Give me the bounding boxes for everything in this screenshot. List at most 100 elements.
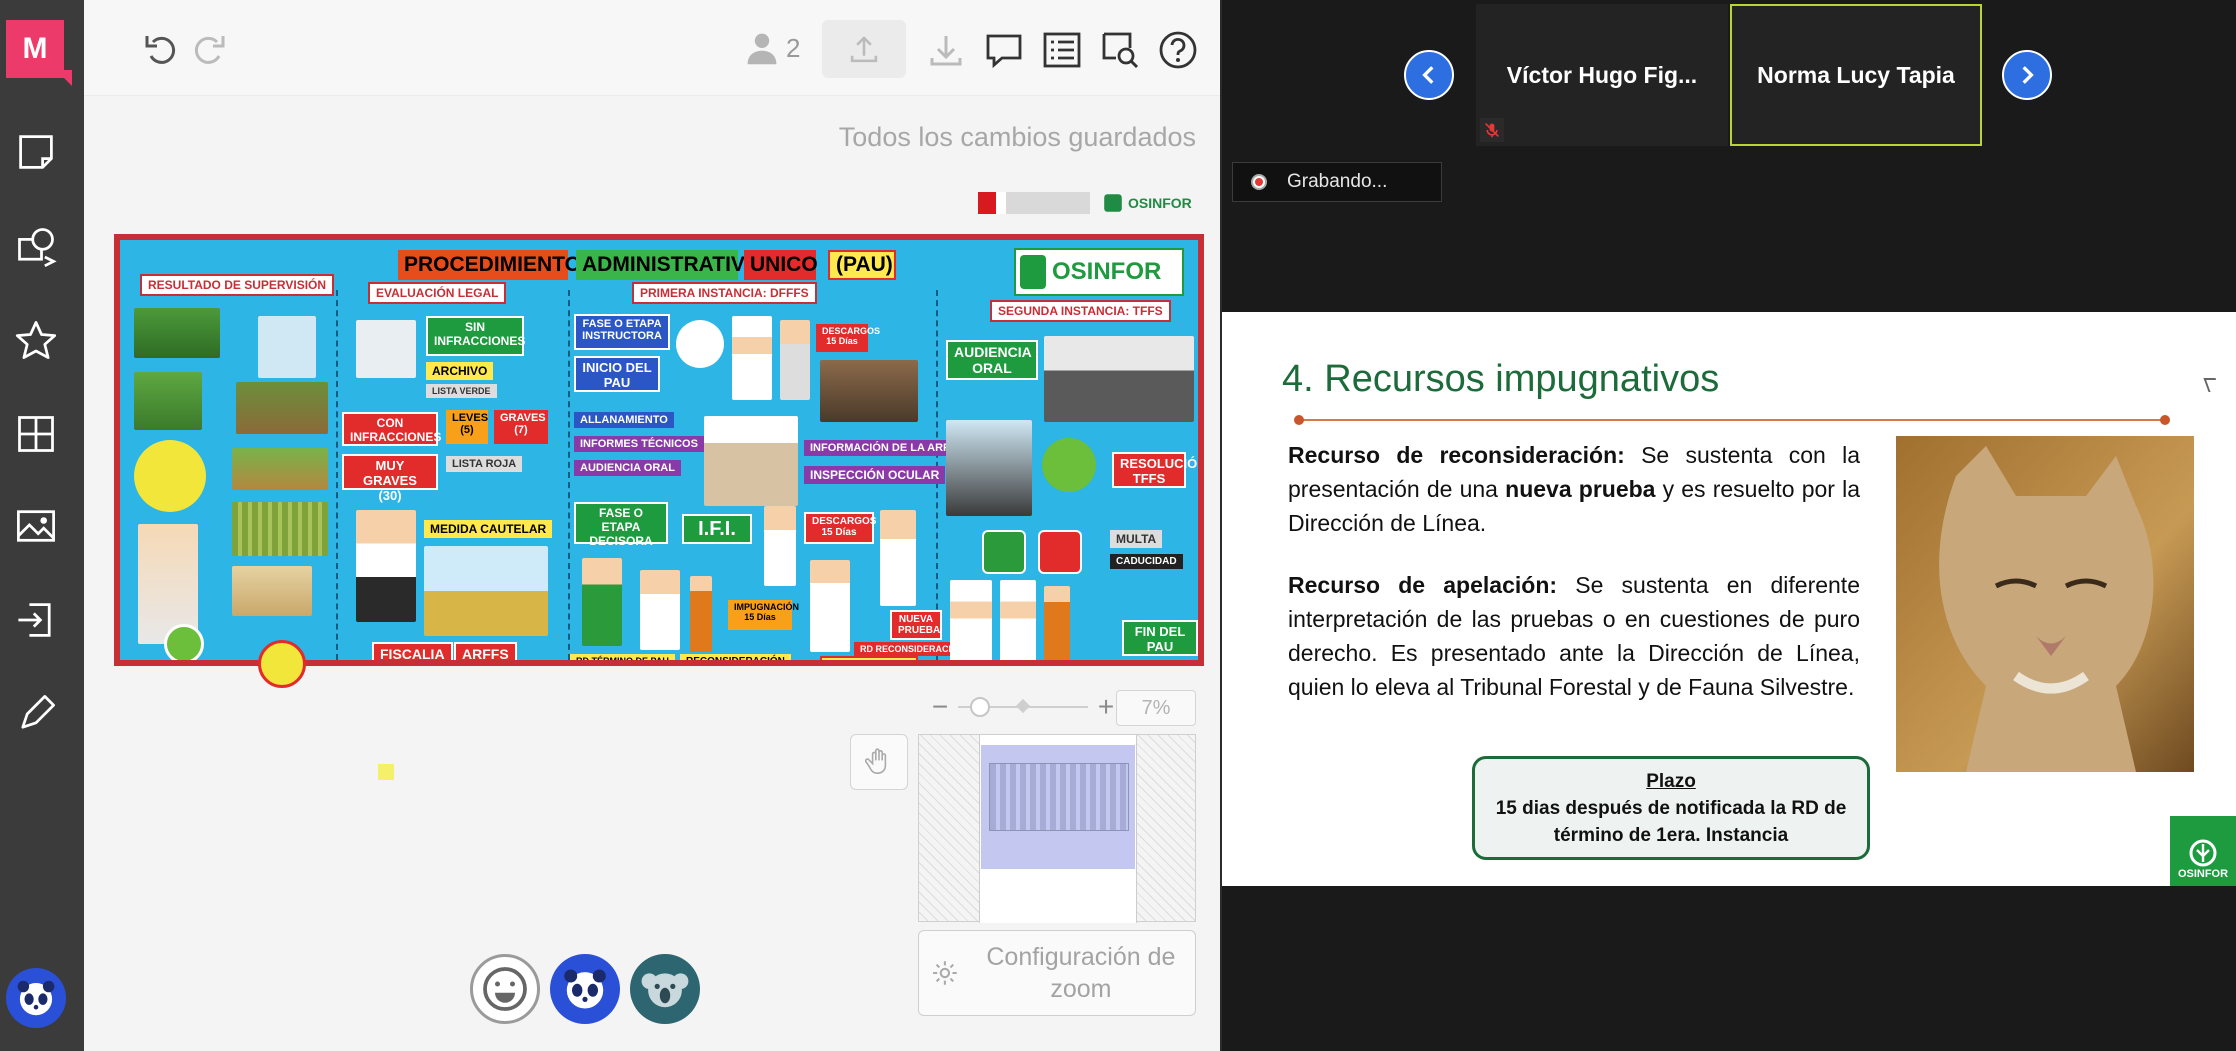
title-underline: [1294, 415, 2170, 425]
participant-name-1: Víctor Hugo Fig...: [1506, 61, 1698, 88]
comments-button[interactable]: [978, 24, 1030, 76]
next-participants-button[interactable]: [2002, 50, 2052, 100]
outline-button[interactable]: [1036, 24, 1088, 76]
tag-info-arffs: INFORMACIÓN DE LA ARFFS: [804, 440, 970, 456]
import-icon: [18, 603, 51, 637]
tag-resolucion: RESOLUCIÓN TFFS: [1112, 452, 1198, 488]
poster-title-1: PROCEDIMIENTO: [398, 250, 581, 280]
comment-icon: [986, 34, 1022, 69]
pan-hand-button[interactable]: [850, 734, 908, 790]
inspector-image: [258, 316, 316, 378]
import-tool[interactable]: [12, 596, 60, 644]
hand-icon: [864, 748, 887, 775]
image-tool[interactable]: [12, 502, 60, 550]
check-icon: [164, 624, 204, 660]
zoom-knob[interactable]: [970, 697, 990, 717]
sticky-note[interactable]: [378, 764, 394, 780]
tag-lista-verde: LISTA VERDE: [426, 384, 497, 398]
minimap[interactable]: [918, 734, 1196, 923]
worker-figure-2: [780, 320, 810, 400]
pau-poster[interactable]: PROCEDIMIENTO ADMINISTRATIVO UNICO (PAU)…: [114, 234, 1204, 666]
redo-button[interactable]: [184, 24, 234, 76]
poster-title-3: UNICO: [744, 250, 818, 280]
undo-button[interactable]: [136, 24, 186, 76]
user-avatar[interactable]: [6, 968, 66, 1028]
upload-button[interactable]: [822, 20, 906, 78]
tag-graves: GRAVES (7): [494, 410, 548, 444]
worker-figure-9: [950, 580, 992, 660]
thumbs-up-icon: [982, 530, 1026, 574]
record-icon: [1251, 174, 1267, 190]
tag-audiencia-oral-1: AUDIENCIA ORAL: [574, 460, 681, 476]
zoom-in-button[interactable]: +: [1094, 691, 1118, 723]
app-logo[interactable]: M: [6, 20, 72, 86]
paragraph-apelacion: Recurso de apelación: Se sustenta en dif…: [1288, 568, 1860, 704]
worker-figure-11: [1044, 586, 1070, 660]
tag-reconsideracion: RECONSIDERACIÓN: [680, 654, 791, 660]
worker-figure-10: [1000, 580, 1036, 660]
koala-avatar-button[interactable]: [630, 954, 700, 1024]
zoom-value[interactable]: 7%: [1116, 690, 1196, 726]
tag-inspeccion: INSPECCIÓN OCULAR: [804, 466, 946, 484]
meeting-window: Víctor Hugo Fig... Norma Lucy Tapia Grab…: [1222, 0, 2236, 1051]
worker-figure-5: [582, 558, 622, 646]
plazo-callout: Plazo 15 dias después de notificada la R…: [1472, 756, 1870, 860]
collaborators-count[interactable]: 2: [744, 30, 800, 66]
tribunal-image: [1044, 336, 1194, 422]
redo-icon: [194, 36, 225, 64]
worker-figure-8: [810, 560, 850, 652]
panda-icon: [564, 969, 606, 1009]
tag-leves: LEVES (5): [446, 410, 488, 444]
zoom-default-mark: [1015, 698, 1031, 714]
zoom-out-button[interactable]: −: [928, 691, 952, 723]
document-badge: [134, 440, 206, 512]
left-toolbar: M: [0, 0, 84, 1051]
download-icon: [930, 36, 962, 66]
tag-multa: MULTA: [1110, 530, 1163, 548]
collaborators-number: 2: [786, 32, 801, 63]
present-search-button[interactable]: [1094, 24, 1146, 76]
recording-indicator[interactable]: Grabando...: [1232, 162, 1442, 202]
emoji-reaction-button[interactable]: [470, 954, 540, 1024]
participant-tile-1[interactable]: Víctor Hugo Fig...: [1476, 4, 1728, 146]
pen-tool[interactable]: [12, 690, 60, 738]
tag-descargos-2: DESCARGOS 15 Días: [804, 512, 876, 544]
tag-fase-instructora: FASE O ETAPA INSTRUCTORA: [574, 314, 670, 350]
tag-fase-decisora: FASE O ETAPA DECISORA: [574, 502, 668, 548]
help-icon: [1159, 31, 1197, 69]
crops-image: [232, 502, 328, 556]
worker-figure-4: [880, 510, 916, 606]
templates-tool[interactable]: [12, 410, 60, 458]
dry-land-image: [232, 566, 312, 616]
thumbs-down-icon: [1038, 530, 1082, 574]
divider-1: [336, 290, 338, 660]
forest-image-2: [134, 372, 202, 430]
favorites-tool[interactable]: [12, 316, 60, 364]
panda-avatar-button[interactable]: [550, 954, 620, 1024]
logging-image: [236, 382, 328, 434]
field-image: [232, 448, 328, 490]
puma-photo: [1896, 436, 2194, 772]
header-logos: OSINFOR: [978, 188, 1192, 218]
forest-image-1: [134, 308, 220, 358]
download-button[interactable]: [920, 24, 972, 76]
document-badge-2: [1042, 438, 1096, 492]
help-button[interactable]: [1152, 24, 1204, 76]
sticky-note-tool[interactable]: [12, 128, 60, 176]
zoom-track[interactable]: [958, 697, 1088, 717]
search-screen-icon: [1102, 32, 1139, 69]
tag-primera: PRIMERA INSTANCIA: DFFFS: [632, 282, 817, 304]
worker-figure-1: [732, 316, 772, 400]
zoom-settings-button[interactable]: Configuración de zoom: [918, 930, 1196, 1016]
panda-icon: [17, 980, 55, 1016]
prev-participants-button[interactable]: [1404, 50, 1454, 100]
p2-term: Recurso de apelación:: [1288, 572, 1558, 598]
tag-muy-graves: MUY GRAVES (30): [342, 454, 438, 503]
shapes-tool[interactable]: [12, 222, 60, 270]
chevron-right-icon: [2022, 66, 2034, 84]
participant-tile-2[interactable]: Norma Lucy Tapia: [1730, 4, 1982, 146]
zoom-settings-label: Configuración de zoom: [986, 943, 1176, 1003]
star-icon: [15, 321, 57, 359]
slide-title: 4. Recursos impugnativos: [1282, 358, 1720, 400]
gear-icon: [933, 961, 957, 985]
